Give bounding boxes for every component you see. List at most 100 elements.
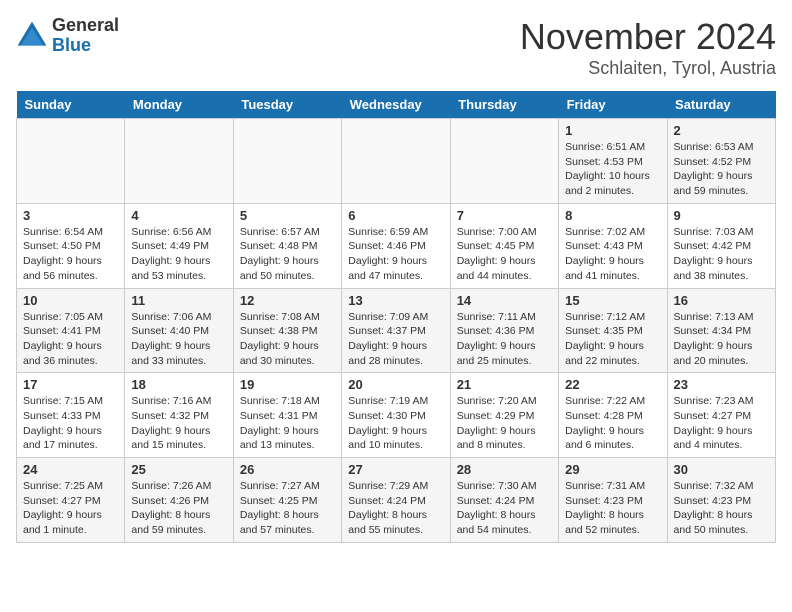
calendar-cell: 5Sunrise: 6:57 AM Sunset: 4:48 PM Daylig…	[233, 203, 341, 288]
day-info: Sunrise: 7:11 AM Sunset: 4:36 PM Dayligh…	[457, 310, 552, 369]
day-number: 23	[674, 377, 769, 392]
calendar-cell: 19 Sunrise: 7:18 AM Sunset: 4:31 PM Dayli…	[233, 373, 341, 458]
day-info: Sunrise: 7:13 AM Sunset: 4:34 PM Dayligh…	[674, 310, 769, 369]
calendar-cell: 26 Sunrise: 7:27 AM Sunset: 4:25 PM Dayli…	[233, 458, 341, 543]
header-cell-friday: Friday	[559, 91, 667, 119]
day-number: 18	[131, 377, 226, 392]
day-info: Sunrise: 7:05 AM Sunset: 4:41 PM Dayligh…	[23, 310, 118, 369]
calendar-cell: 14Sunrise: 7:11 AM Sunset: 4:36 PM Dayli…	[450, 288, 558, 373]
calendar-cell: 25Sunrise: 7:26 AM Sunset: 4:26 PM Dayli…	[125, 458, 233, 543]
day-number: 12	[240, 293, 335, 308]
calendar-cell	[233, 119, 341, 204]
day-number: 11	[131, 293, 226, 308]
logo-text: General Blue	[52, 16, 119, 56]
title-block: November 2024 Schlaiten, Tyrol, Austria	[520, 16, 776, 79]
day-number: 29	[565, 462, 660, 477]
calendar-cell: 16 Sunrise: 7:13 AM Sunset: 4:34 PM Dayli…	[667, 288, 775, 373]
day-number: 20	[348, 377, 443, 392]
day-number: 10	[23, 293, 118, 308]
month-title: November 2024	[520, 16, 776, 58]
day-number: 27	[348, 462, 443, 477]
logo-general-text: General	[52, 16, 119, 36]
day-info: Sunrise: 7:06 AM Sunset: 4:40 PM Dayligh…	[131, 310, 226, 369]
header-cell-saturday: Saturday	[667, 91, 775, 119]
day-info: Sunrise: 6:57 AM Sunset: 4:48 PM Dayligh…	[240, 225, 335, 284]
calendar-cell: 15 Sunrise: 7:12 AM Sunset: 4:35 PM Dayli…	[559, 288, 667, 373]
logo-icon	[16, 20, 48, 52]
day-info: Sunrise: 6:56 AM Sunset: 4:49 PM Dayligh…	[131, 225, 226, 284]
day-number: 19	[240, 377, 335, 392]
header-cell-wednesday: Wednesday	[342, 91, 450, 119]
calendar-table: SundayMondayTuesdayWednesdayThursdayFrid…	[16, 91, 776, 543]
calendar-cell: 29 Sunrise: 7:31 AM Sunset: 4:23 PM Dayli…	[559, 458, 667, 543]
day-info: Sunrise: 7:31 AM Sunset: 4:23 PM Dayligh…	[565, 479, 660, 538]
day-number: 22	[565, 377, 660, 392]
day-info: Sunrise: 6:59 AM Sunset: 4:46 PM Dayligh…	[348, 225, 443, 284]
day-number: 8	[565, 208, 660, 223]
page-header: General Blue November 2024 Schlaiten, Ty…	[16, 16, 776, 79]
day-number: 30	[674, 462, 769, 477]
calendar-cell: 4 Sunrise: 6:56 AM Sunset: 4:49 PM Daylig…	[125, 203, 233, 288]
day-info: Sunrise: 7:15 AM Sunset: 4:33 PM Dayligh…	[23, 394, 118, 453]
header-cell-sunday: Sunday	[17, 91, 125, 119]
day-number: 3	[23, 208, 118, 223]
calendar-header-row: SundayMondayTuesdayWednesdayThursdayFrid…	[17, 91, 776, 119]
header-cell-thursday: Thursday	[450, 91, 558, 119]
calendar-cell: 11 Sunrise: 7:06 AM Sunset: 4:40 PM Dayli…	[125, 288, 233, 373]
day-info: Sunrise: 7:20 AM Sunset: 4:29 PM Dayligh…	[457, 394, 552, 453]
day-number: 16	[674, 293, 769, 308]
day-info: Sunrise: 6:53 AM Sunset: 4:52 PM Dayligh…	[674, 140, 769, 199]
logo: General Blue	[16, 16, 119, 56]
calendar-cell: 20 Sunrise: 7:19 AM Sunset: 4:30 PM Dayli…	[342, 373, 450, 458]
calendar-week-1: 1 Sunrise: 6:51 AM Sunset: 4:53 PM Daylig…	[17, 119, 776, 204]
calendar-cell: 21 Sunrise: 7:20 AM Sunset: 4:29 PM Dayli…	[450, 373, 558, 458]
day-number: 1	[565, 123, 660, 138]
calendar-cell	[125, 119, 233, 204]
day-info: Sunrise: 7:09 AM Sunset: 4:37 PM Dayligh…	[348, 310, 443, 369]
day-info: Sunrise: 7:02 AM Sunset: 4:43 PM Dayligh…	[565, 225, 660, 284]
calendar-cell: 7Sunrise: 7:00 AM Sunset: 4:45 PM Daylig…	[450, 203, 558, 288]
calendar-cell: 27Sunrise: 7:29 AM Sunset: 4:24 PM Dayli…	[342, 458, 450, 543]
calendar-cell: 9 Sunrise: 7:03 AM Sunset: 4:42 PM Daylig…	[667, 203, 775, 288]
day-number: 9	[674, 208, 769, 223]
calendar-week-2: 3 Sunrise: 6:54 AM Sunset: 4:50 PM Daylig…	[17, 203, 776, 288]
day-info: Sunrise: 7:25 AM Sunset: 4:27 PM Dayligh…	[23, 479, 118, 538]
day-info: Sunrise: 7:18 AM Sunset: 4:31 PM Dayligh…	[240, 394, 335, 453]
day-number: 21	[457, 377, 552, 392]
header-cell-tuesday: Tuesday	[233, 91, 341, 119]
day-info: Sunrise: 7:23 AM Sunset: 4:27 PM Dayligh…	[674, 394, 769, 453]
calendar-cell	[342, 119, 450, 204]
calendar-cell: 12 Sunrise: 7:08 AM Sunset: 4:38 PM Dayli…	[233, 288, 341, 373]
calendar-week-4: 17Sunrise: 7:15 AM Sunset: 4:33 PM Dayli…	[17, 373, 776, 458]
calendar-cell: 2 Sunrise: 6:53 AM Sunset: 4:52 PM Daylig…	[667, 119, 775, 204]
day-info: Sunrise: 7:08 AM Sunset: 4:38 PM Dayligh…	[240, 310, 335, 369]
day-number: 4	[131, 208, 226, 223]
location-title: Schlaiten, Tyrol, Austria	[520, 58, 776, 79]
logo-blue-text: Blue	[52, 36, 119, 56]
calendar-cell: 8 Sunrise: 7:02 AM Sunset: 4:43 PM Daylig…	[559, 203, 667, 288]
calendar-cell: 22 Sunrise: 7:22 AM Sunset: 4:28 PM Dayli…	[559, 373, 667, 458]
calendar-cell: 1 Sunrise: 6:51 AM Sunset: 4:53 PM Daylig…	[559, 119, 667, 204]
calendar-cell: 23 Sunrise: 7:23 AM Sunset: 4:27 PM Dayli…	[667, 373, 775, 458]
day-info: Sunrise: 7:19 AM Sunset: 4:30 PM Dayligh…	[348, 394, 443, 453]
calendar-body: 1 Sunrise: 6:51 AM Sunset: 4:53 PM Daylig…	[17, 119, 776, 543]
day-info: Sunrise: 7:12 AM Sunset: 4:35 PM Dayligh…	[565, 310, 660, 369]
calendar-week-3: 10 Sunrise: 7:05 AM Sunset: 4:41 PM Dayli…	[17, 288, 776, 373]
day-number: 2	[674, 123, 769, 138]
calendar-cell: 3 Sunrise: 6:54 AM Sunset: 4:50 PM Daylig…	[17, 203, 125, 288]
day-info: Sunrise: 7:22 AM Sunset: 4:28 PM Dayligh…	[565, 394, 660, 453]
day-info: Sunrise: 6:51 AM Sunset: 4:53 PM Dayligh…	[565, 140, 660, 199]
day-info: Sunrise: 7:27 AM Sunset: 4:25 PM Dayligh…	[240, 479, 335, 538]
calendar-week-5: 24Sunrise: 7:25 AM Sunset: 4:27 PM Dayli…	[17, 458, 776, 543]
calendar-cell: 6Sunrise: 6:59 AM Sunset: 4:46 PM Daylig…	[342, 203, 450, 288]
day-number: 15	[565, 293, 660, 308]
day-info: Sunrise: 7:26 AM Sunset: 4:26 PM Dayligh…	[131, 479, 226, 538]
calendar-cell: 30Sunrise: 7:32 AM Sunset: 4:23 PM Dayli…	[667, 458, 775, 543]
day-info: Sunrise: 6:54 AM Sunset: 4:50 PM Dayligh…	[23, 225, 118, 284]
day-number: 28	[457, 462, 552, 477]
calendar-cell: 13 Sunrise: 7:09 AM Sunset: 4:37 PM Dayli…	[342, 288, 450, 373]
day-number: 13	[348, 293, 443, 308]
day-info: Sunrise: 7:16 AM Sunset: 4:32 PM Dayligh…	[131, 394, 226, 453]
day-number: 26	[240, 462, 335, 477]
day-info: Sunrise: 7:03 AM Sunset: 4:42 PM Dayligh…	[674, 225, 769, 284]
